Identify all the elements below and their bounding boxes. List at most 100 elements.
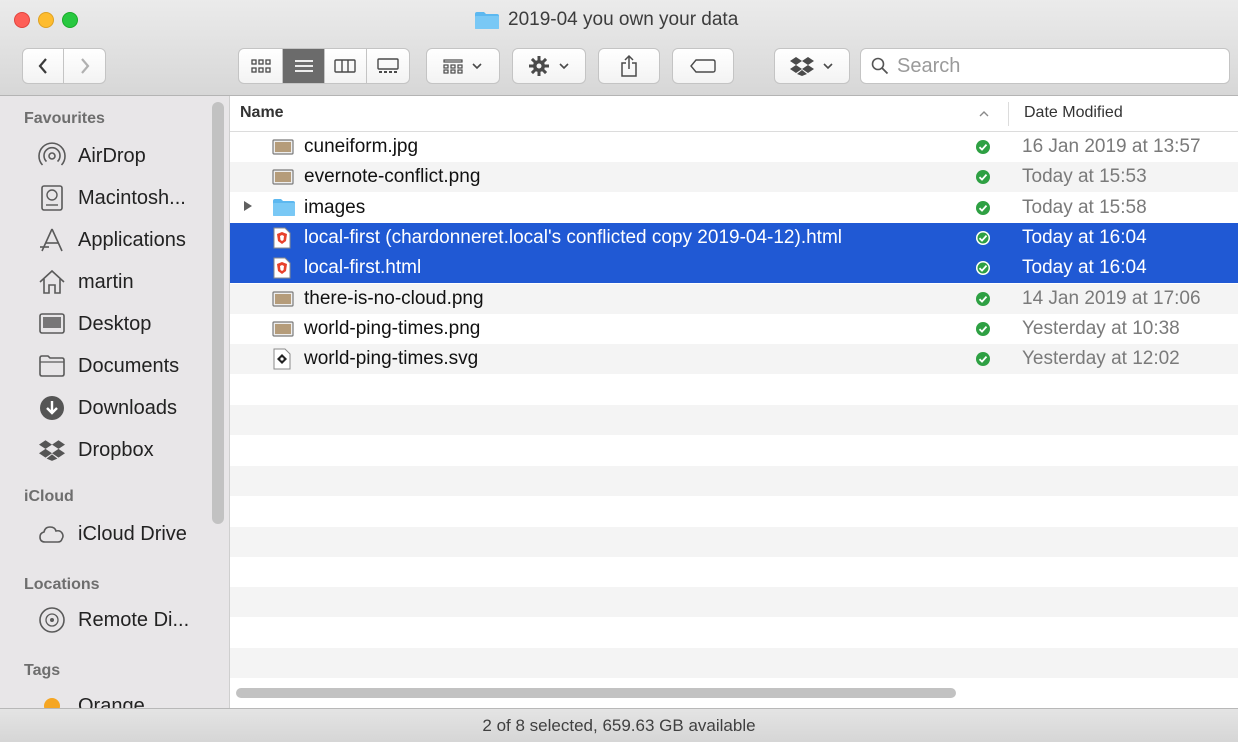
brave-html-file-icon	[272, 257, 294, 279]
file-row[interactable]: there-is-no-cloud.png 14 Jan 2019 at 17:0…	[230, 283, 1238, 314]
forward-button[interactable]	[64, 49, 105, 83]
window-title-text: 2019-04 you own your data	[508, 9, 739, 30]
icon-view-button[interactable]	[239, 49, 284, 83]
status-bar: 2 of 8 selected, 659.63 GB available	[0, 708, 1238, 742]
sidebar-item-label: Desktop	[78, 312, 152, 335]
tag-color-dot	[36, 692, 68, 708]
share-button[interactable]	[598, 48, 660, 84]
sync-status-icon	[976, 291, 990, 306]
sidebar-item-airdrop[interactable]: AirDrop	[36, 138, 146, 174]
sidebar-item-label: Documents	[78, 354, 180, 377]
date-modified: Today at 15:53	[1022, 166, 1147, 188]
search-field[interactable]	[860, 48, 1230, 84]
hard-drive-icon	[36, 184, 68, 212]
sidebar-item-dropbox[interactable]: Dropbox	[36, 432, 154, 468]
empty-row	[230, 618, 1238, 648]
date-modified: Today at 15:58	[1022, 196, 1147, 218]
tag-icon	[690, 59, 716, 73]
file-name: evernote-conflict.png	[304, 166, 481, 188]
empty-row	[230, 526, 1238, 557]
close-window-button[interactable]	[14, 12, 30, 28]
sidebar-item-macintosh-hd[interactable]: Macintosh...	[36, 180, 186, 216]
remote-disc-icon	[36, 606, 68, 634]
sidebar-item-label: Downloads	[78, 396, 177, 419]
sidebar-item-desktop[interactable]: Desktop	[36, 306, 151, 342]
sidebar-item-documents[interactable]: Documents	[36, 348, 179, 384]
toolbar: 2019-04 you own your data	[0, 0, 1238, 96]
gear-icon	[529, 56, 549, 76]
group-by-button[interactable]	[426, 48, 500, 84]
file-row[interactable]: evernote-conflict.png Today at 15:53	[230, 162, 1238, 193]
sync-status-icon	[976, 261, 990, 276]
list-header: Name Date Modified	[230, 96, 1238, 132]
sidebar-heading-icloud: iCloud	[24, 488, 74, 505]
dropbox-icon	[790, 57, 814, 76]
date-modified: Yesterday at 12:02	[1022, 348, 1180, 370]
folder-icon	[272, 197, 295, 219]
brave-html-file-icon	[272, 227, 294, 249]
image-file-icon	[272, 288, 294, 310]
column-view-icon	[334, 59, 356, 73]
date-modified: Yesterday at 10:38	[1022, 318, 1180, 340]
image-file-icon	[272, 166, 294, 188]
horizontal-scrollbar[interactable]	[236, 688, 956, 698]
sidebar-heading-favourites: Favourites	[24, 110, 105, 127]
chevron-down-icon	[559, 63, 569, 70]
window-title: 2019-04 you own your data	[474, 6, 738, 34]
gallery-view-button[interactable]	[367, 49, 409, 83]
sidebar-item-label: AirDrop	[78, 144, 146, 167]
empty-row	[230, 557, 1238, 587]
column-divider[interactable]	[1008, 102, 1009, 126]
folder-row[interactable]: images Today at 15:58	[230, 193, 1238, 223]
sidebar-item-downloads[interactable]: Downloads	[36, 390, 177, 426]
list-view-icon	[294, 60, 313, 72]
sort-ascending-icon	[979, 111, 989, 117]
status-text: 2 of 8 selected, 659.63 GB available	[482, 715, 756, 735]
sidebar-item-label: iCloud Drive	[78, 522, 187, 545]
sidebar-item-remote-disc[interactable]: Remote Di...	[36, 602, 189, 638]
file-list: Name Date Modified cuneiform.jpg 16 Jan 2…	[230, 96, 1238, 708]
disclosure-triangle-icon[interactable]	[242, 199, 254, 216]
file-row[interactable]: cuneiform.jpg 16 Jan 2019 at 13:57	[230, 132, 1238, 162]
column-header-date-modified[interactable]: Date Modified	[1024, 104, 1123, 122]
zoom-window-button[interactable]	[62, 12, 78, 28]
chevron-down-icon	[472, 63, 482, 70]
empty-row	[230, 496, 1238, 526]
minimize-window-button[interactable]	[38, 12, 54, 28]
column-view-button[interactable]	[325, 49, 367, 83]
empty-row	[230, 375, 1238, 405]
sync-status-icon	[976, 170, 990, 185]
sidebar-item-tag-orange[interactable]: Orange	[36, 688, 145, 708]
file-row[interactable]: world-ping-times.svg Yesterday at 12:02	[230, 344, 1238, 375]
search-input[interactable]	[895, 53, 1199, 79]
file-row[interactable]: local-first (chardonneret.local's confli…	[230, 223, 1238, 254]
sidebar-scrollbar[interactable]	[212, 102, 224, 524]
search-icon	[871, 57, 889, 75]
finder-window: 2019-04 you own your data Search Favouri…	[0, 0, 1238, 742]
column-header-name[interactable]: Name	[240, 104, 284, 122]
sidebar-item-label: Applications	[78, 228, 186, 251]
cloud-icon	[36, 520, 68, 548]
home-icon	[36, 268, 68, 296]
sync-status-icon	[976, 322, 990, 337]
empty-row	[230, 647, 1238, 678]
sidebar-item-applications[interactable]: Applications	[36, 222, 186, 258]
file-name: world-ping-times.svg	[304, 348, 479, 370]
file-name: local-first (chardonneret.local's confli…	[304, 227, 842, 249]
sidebar-heading-tags: Tags	[24, 662, 61, 679]
file-name: local-first.html	[304, 257, 422, 279]
sidebar-item-icloud-drive[interactable]: iCloud Drive	[36, 516, 187, 552]
back-button[interactable]	[23, 49, 65, 83]
action-menu-button[interactable]	[512, 48, 586, 84]
view-mode-group	[238, 48, 410, 84]
dropbox-menu-button[interactable]	[774, 48, 850, 84]
empty-row	[230, 405, 1238, 436]
file-row[interactable]: local-first.html Today at 16:04	[230, 253, 1238, 284]
applications-icon	[36, 226, 68, 254]
file-row[interactable]: world-ping-times.png Yesterday at 10:38	[230, 314, 1238, 344]
edit-tags-button[interactable]	[672, 48, 734, 84]
sidebar-item-home[interactable]: martin	[36, 264, 134, 300]
list-view-button[interactable]	[283, 49, 325, 83]
image-file-icon	[272, 318, 294, 340]
date-modified: 14 Jan 2019 at 17:06	[1022, 287, 1201, 309]
